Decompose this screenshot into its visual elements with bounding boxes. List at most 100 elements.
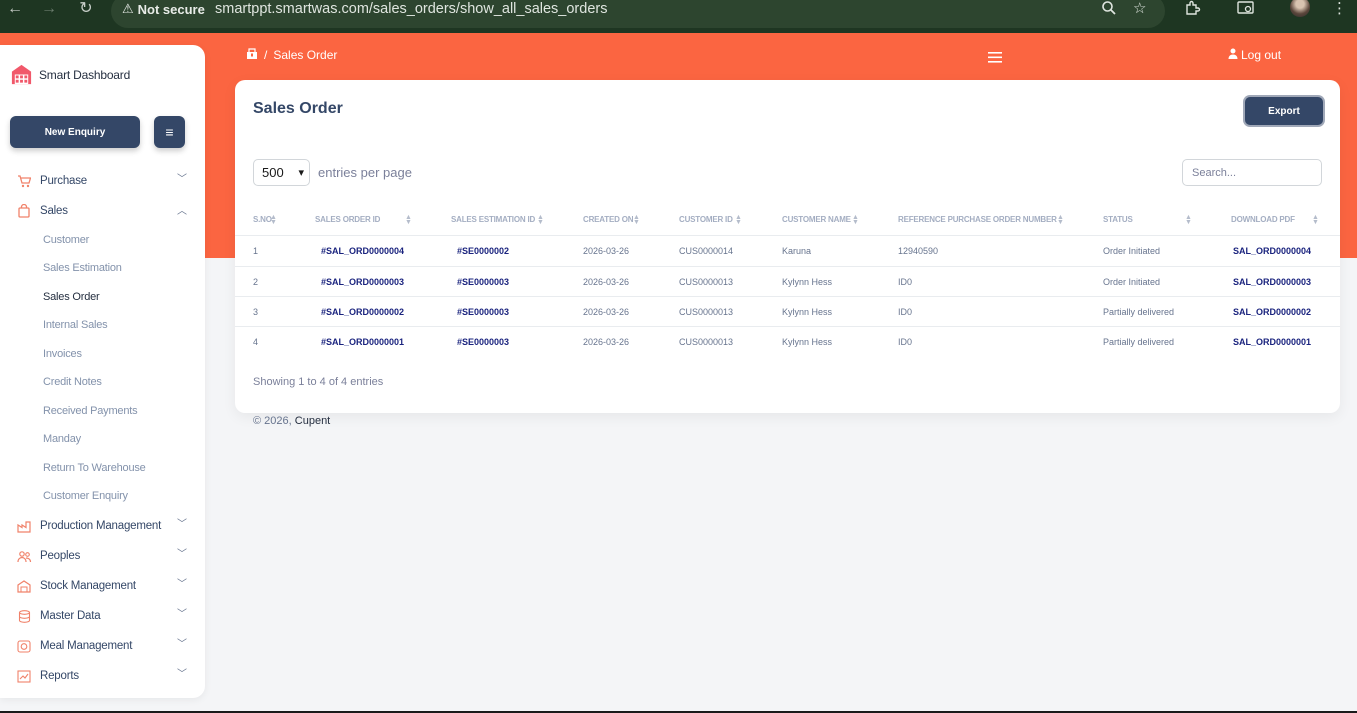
sidebar-item-peoples[interactable]: Peoples	[15, 546, 80, 566]
zoom-icon[interactable]	[1101, 0, 1117, 21]
chevron-down-icon[interactable]: ﹀	[177, 175, 187, 185]
sidebar-subitem-received-payments[interactable]: Received Payments	[43, 405, 138, 417]
sidebar-subitem-credit-notes[interactable]: Credit Notes	[43, 376, 102, 388]
sort-icon[interactable]: ▲ ▼	[1312, 214, 1319, 226]
browser-toolbar: ← → ↻ ⚠ Not secure smartppt.smartwas.com/…	[0, 0, 1357, 33]
sort-icon[interactable]: ▲ ▼	[405, 214, 412, 226]
sidebar-subitem-return-to-warehouse[interactable]: Return To Warehouse	[43, 462, 146, 474]
chevron-down-icon[interactable]: ﹀	[177, 550, 187, 560]
sidebar-item-sales[interactable]: Sales	[15, 201, 68, 221]
sidebar-subitem-customer[interactable]: Customer	[43, 234, 89, 246]
sidebar-subitem-sales-estimation[interactable]: Sales Estimation	[43, 262, 122, 274]
sales-order-link[interactable]: #SAL_ORD0000003	[321, 277, 404, 287]
sidebar-subitem-customer-enquiry[interactable]: Customer Enquiry	[43, 490, 128, 502]
table-info: Showing 1 to 4 of 4 entries	[253, 376, 384, 388]
factory-icon	[15, 518, 33, 534]
column-header-customer-id[interactable]: CUSTOMER ID	[679, 215, 733, 224]
column-header-sno[interactable]: S.NO	[253, 215, 272, 224]
tab-search-icon[interactable]	[1237, 0, 1255, 21]
column-header-sales-estimation-id[interactable]: SALES ESTIMATION ID	[451, 215, 535, 224]
sidebar-subitem-invoices[interactable]: Invoices	[43, 348, 82, 360]
extensions-icon[interactable]	[1184, 0, 1201, 22]
people-icon	[15, 548, 33, 564]
warehouse-icon	[15, 578, 33, 594]
hamburger-icon: ≡	[165, 124, 174, 140]
chevron-down-icon[interactable]: ﹀	[177, 520, 187, 530]
company-link[interactable]: Cupent	[295, 415, 330, 427]
brand[interactable]: Smart Dashboard	[10, 63, 130, 86]
sidebar-item-production-management[interactable]: Production Management	[15, 516, 161, 536]
sort-icon[interactable]: ▲ ▼	[537, 214, 544, 226]
sidebar-item-reports[interactable]: Reports	[15, 666, 79, 686]
sales-estimation-link[interactable]: #SE0000003	[457, 337, 509, 347]
sort-icon[interactable]: ▲ ▼	[735, 214, 742, 226]
sales-estimation-link[interactable]: #SE0000002	[457, 246, 509, 256]
sidebar-item-meal-management[interactable]: Meal Management	[15, 636, 132, 656]
more-menu-icon[interactable]: ⋮	[1332, 0, 1347, 18]
entries-label: entries per page	[318, 165, 412, 180]
sales-estimation-link[interactable]: #SE0000003	[457, 277, 509, 287]
chevron-down-icon[interactable]: ﹀	[177, 580, 187, 590]
meal-icon	[15, 638, 33, 654]
security-indicator[interactable]: ⚠ Not secure	[122, 1, 205, 17]
chevron-down-icon[interactable]: ﹀	[177, 640, 187, 650]
forward-icon[interactable]: →	[39, 0, 59, 20]
breadcrumb: / Sales Order	[246, 48, 337, 62]
chevron-down-icon[interactable]: ﹀	[177, 670, 187, 680]
topbar-menu-icon[interactable]	[988, 50, 1002, 63]
sidebar: Smart Dashboard New Enquiry ≡ Purchase ﹀…	[0, 45, 205, 698]
status-text: Partially delivered	[1103, 337, 1175, 347]
bookmark-star-icon[interactable]: ☆	[1133, 0, 1146, 18]
reload-icon[interactable]: ↻	[76, 0, 96, 20]
sort-icon[interactable]: ▲ ▼	[852, 214, 859, 226]
breadcrumb-separator: /	[264, 48, 268, 62]
sidebar-item-stock-management[interactable]: Stock Management	[15, 576, 136, 596]
footer: © 2026, Cupent	[253, 415, 330, 427]
column-header-created-on[interactable]: CREATED ON	[583, 215, 634, 224]
new-enquiry-button[interactable]: New Enquiry	[10, 116, 140, 148]
sort-icon[interactable]: ▲ ▼	[1185, 214, 1192, 226]
url-text[interactable]: smartppt.smartwas.com/sales_orders/show_…	[215, 1, 607, 17]
report-icon	[15, 668, 33, 684]
column-header-download-pdf[interactable]: DOWNLOAD PDF	[1231, 215, 1295, 224]
export-button[interactable]: Export	[1245, 97, 1323, 125]
search-input[interactable]: Search...	[1182, 159, 1322, 186]
brand-logo-icon	[11, 64, 32, 85]
column-header-reference-po-number[interactable]: REFERENCE PURCHASE ORDER NUMBER	[898, 215, 1057, 224]
download-pdf-link[interactable]: SAL_ORD0000003	[1233, 277, 1311, 287]
sales-estimation-link[interactable]: #SE0000003	[457, 307, 509, 317]
sort-icon[interactable]: ▲ ▼	[1057, 214, 1064, 226]
sidebar-menu-button[interactable]: ≡	[154, 116, 185, 148]
home-icon[interactable]	[246, 48, 258, 62]
breadcrumb-current: Sales Order	[273, 48, 338, 62]
column-header-customer-name[interactable]: CUSTOMER NAME	[782, 215, 851, 224]
warning-icon: ⚠	[122, 1, 134, 16]
chevron-down-icon[interactable]: ﹀	[177, 610, 187, 620]
sidebar-subitem-manday[interactable]: Manday	[43, 433, 81, 445]
sort-icon[interactable]: ▲ ▼	[270, 214, 277, 226]
sales-order-link[interactable]: #SAL_ORD0000001	[321, 337, 404, 347]
sales-order-card: Sales Order Export 500 ▾ entries per pag…	[235, 80, 1340, 413]
sidebar-item-master-data[interactable]: Master Data	[15, 606, 101, 626]
column-header-status[interactable]: STATUS	[1103, 215, 1133, 224]
logout-link[interactable]: Log out	[1228, 48, 1281, 62]
back-icon[interactable]: ←	[5, 0, 25, 20]
sort-icon[interactable]: ▲ ▼	[633, 214, 640, 226]
copyright-text: © 2026,	[253, 415, 292, 427]
column-header-sales-order-id[interactable]: SALES ORDER ID	[315, 215, 380, 224]
status-text: Partially delivered	[1103, 307, 1175, 317]
status-text: Order Initiated	[1103, 246, 1161, 256]
profile-avatar[interactable]	[1290, 0, 1310, 17]
download-pdf-link[interactable]: SAL_ORD0000002	[1233, 307, 1311, 317]
sales-order-link[interactable]: #SAL_ORD0000002	[321, 307, 404, 317]
chevron-down-icon: ▾	[298, 167, 304, 179]
sidebar-subitem-internal-sales[interactable]: Internal Sales	[43, 319, 108, 331]
chevron-up-icon[interactable]: ︿	[177, 207, 187, 217]
sidebar-subitem-sales-order[interactable]: Sales Order	[43, 291, 100, 303]
sales-order-link[interactable]: #SAL_ORD0000004	[321, 246, 404, 256]
download-pdf-link[interactable]: SAL_ORD0000001	[1233, 337, 1311, 347]
download-pdf-link[interactable]: SAL_ORD0000004	[1233, 246, 1311, 256]
sidebar-item-purchase[interactable]: Purchase	[15, 171, 87, 191]
entries-per-page-select[interactable]: 500 ▾	[253, 159, 310, 186]
brand-name: Smart Dashboard	[39, 67, 131, 82]
